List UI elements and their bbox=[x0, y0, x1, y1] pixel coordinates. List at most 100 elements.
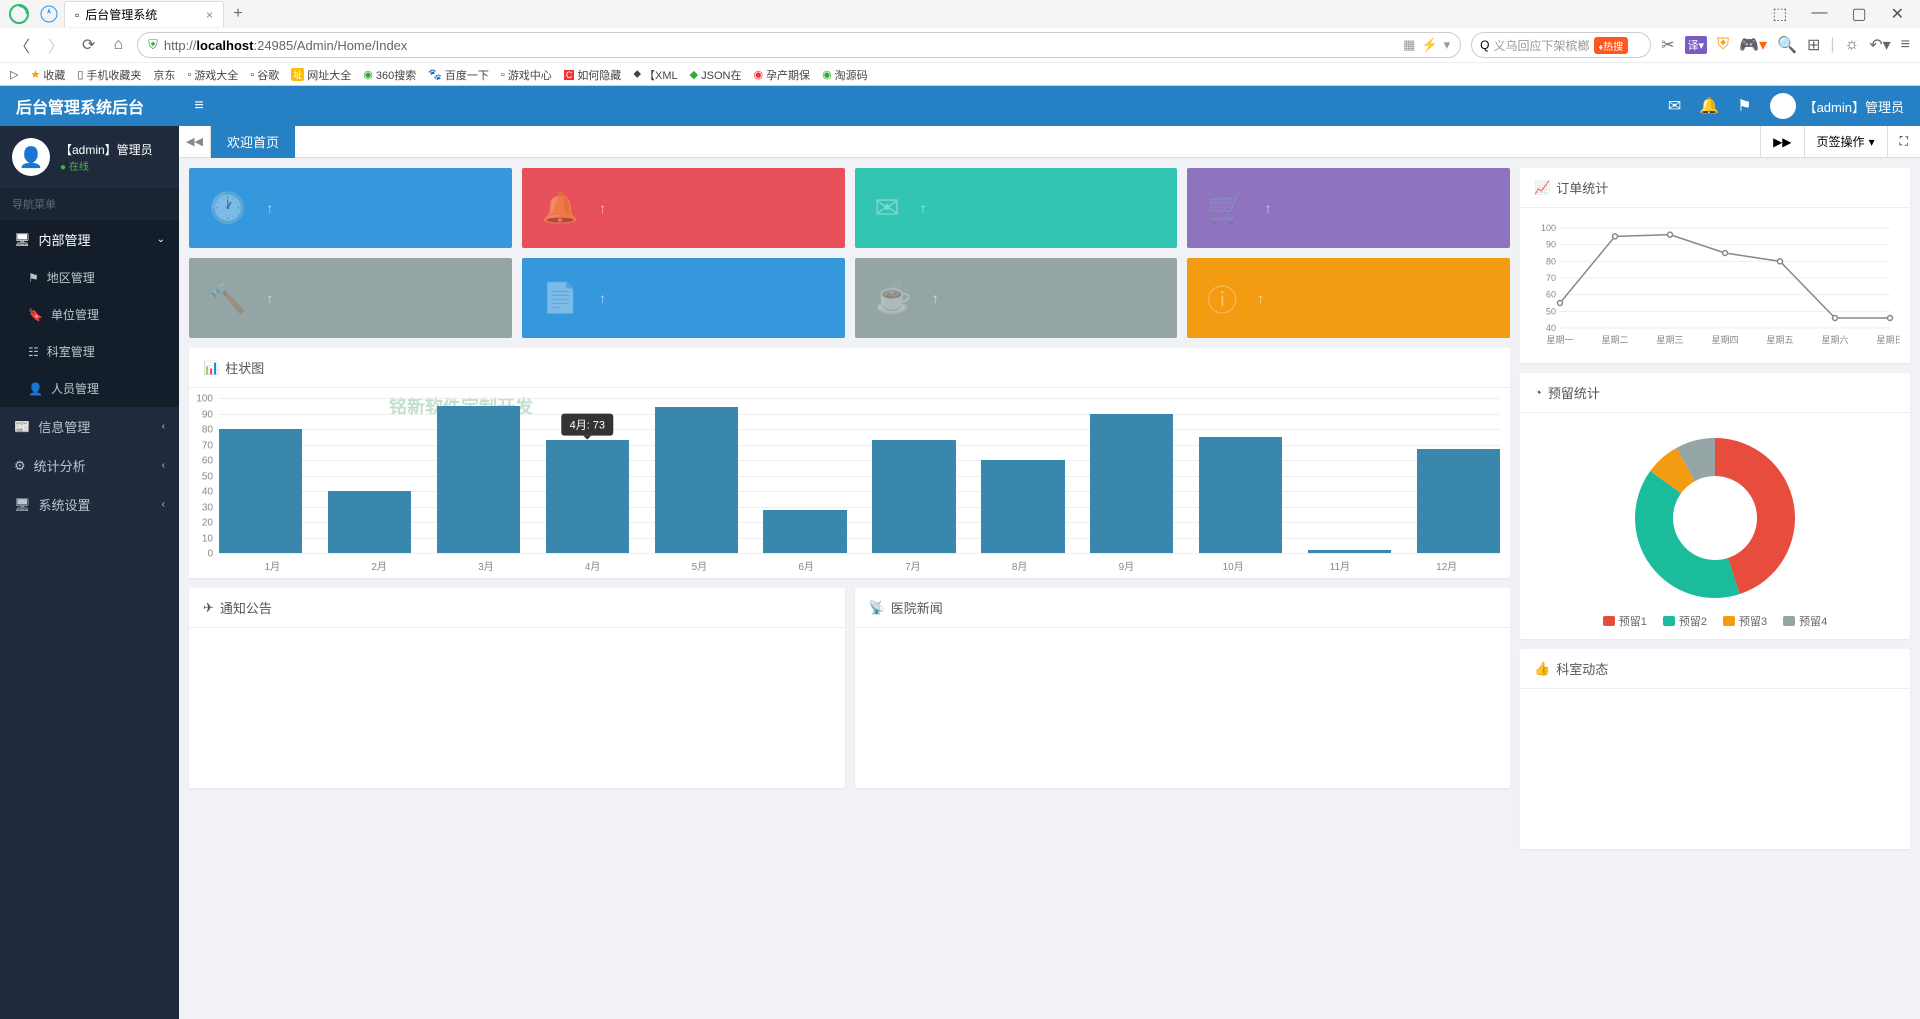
speed-icon[interactable]: ⚡ bbox=[1421, 37, 1437, 53]
tab-close-icon[interactable]: × bbox=[206, 8, 213, 22]
app-logo: 后台管理系统后台 bbox=[0, 86, 179, 126]
tab-operations[interactable]: 页签操作▾ bbox=[1804, 126, 1887, 158]
bar-7月[interactable] bbox=[872, 440, 955, 553]
search-tool-icon[interactable]: 🔍 bbox=[1777, 35, 1797, 55]
compass-icon[interactable] bbox=[38, 3, 60, 25]
mail-icon[interactable]: ✉ bbox=[1668, 96, 1681, 116]
cut-icon[interactable]: ✂ bbox=[1661, 35, 1674, 55]
page-tabs: ◀◀ 欢迎首页 ▶▶ 页签操作▾ ⛶ bbox=[179, 126, 1920, 158]
svg-text:星期日: 星期日 bbox=[1876, 335, 1900, 345]
home-tab[interactable]: 欢迎首页 bbox=[211, 126, 295, 158]
nav-region[interactable]: ⚑地区管理 bbox=[0, 259, 179, 296]
hospital-news-panel: 📡医院新闻 bbox=[855, 588, 1511, 788]
bookmark-mobile[interactable]: ▯手机收藏夹 bbox=[77, 67, 141, 83]
svg-text:星期一: 星期一 bbox=[1546, 335, 1573, 345]
bookmark-baidu[interactable]: 🐾百度一下 bbox=[428, 67, 489, 83]
tab-next-button[interactable]: ▶▶ bbox=[1760, 126, 1803, 158]
bookmark-expand-icon[interactable]: ▷ bbox=[10, 68, 18, 81]
close-window-button[interactable]: ✕ bbox=[1885, 2, 1910, 26]
browser-tab-bar: ▫ 后台管理系统 × + ⬚ — ▢ ✕ bbox=[0, 0, 1920, 28]
legend-预留3[interactable]: 预留3 bbox=[1723, 613, 1767, 629]
arrow-up-icon: ↑ bbox=[266, 200, 273, 216]
flag-icon: ⚑ bbox=[28, 271, 39, 285]
back-button[interactable]: 〈 bbox=[10, 33, 34, 57]
bar-4月[interactable]: 4月: 73 bbox=[546, 440, 629, 553]
search-placeholder: 义乌回应下架槟榔 bbox=[1494, 37, 1590, 54]
menu-icon[interactable]: ≡ bbox=[1901, 36, 1910, 54]
home-button[interactable]: ⌂ bbox=[109, 36, 127, 54]
bookmark-xml[interactable]: ⬥【XML bbox=[633, 67, 677, 83]
bookmark-fav[interactable]: ★收藏 bbox=[30, 67, 65, 83]
legend-预留1[interactable]: 预留1 bbox=[1603, 613, 1647, 629]
search-box[interactable]: Q 义乌回应下架槟榔 ♦热搜 bbox=[1471, 32, 1651, 58]
url-chevron-icon[interactable]: ▾ bbox=[1444, 37, 1451, 53]
tile-bell[interactable]: 🔔↑ bbox=[522, 168, 845, 248]
bookmark-tao[interactable]: ◉淘源码 bbox=[822, 67, 868, 83]
bookmark-hide[interactable]: C如何隐藏 bbox=[564, 67, 622, 83]
bar-9月[interactable] bbox=[1090, 414, 1173, 554]
tile-coffee[interactable]: ☕↑ bbox=[855, 258, 1178, 338]
tile-mail[interactable]: ✉↑ bbox=[855, 168, 1178, 248]
bar-12月[interactable] bbox=[1417, 449, 1500, 553]
bookmark-sites[interactable]: 址网址大全 bbox=[291, 67, 351, 83]
nav-unit[interactable]: 🔖单位管理 bbox=[0, 296, 179, 333]
bar-5月[interactable] bbox=[655, 407, 738, 553]
bookmark-jd[interactable]: 京东 bbox=[153, 67, 175, 83]
bookmark-json[interactable]: ◆JSON在 bbox=[690, 67, 742, 83]
security-icon[interactable]: ⛨ bbox=[1717, 36, 1729, 54]
nav-settings[interactable]: 🖥系统设置‹ bbox=[0, 485, 179, 524]
maximize-button[interactable]: ▢ bbox=[1845, 2, 1872, 26]
theme-icon[interactable]: ☼ bbox=[1845, 36, 1860, 54]
sidebar-toggle[interactable]: ≡ bbox=[179, 97, 219, 115]
bar-2月[interactable] bbox=[328, 491, 411, 553]
bar-1月[interactable] bbox=[219, 429, 302, 553]
tile-file[interactable]: 📄↑ bbox=[522, 258, 845, 338]
bar-6月[interactable] bbox=[763, 510, 846, 553]
swatch-icon bbox=[1723, 616, 1735, 626]
grid-icon[interactable]: ⊞ bbox=[1807, 35, 1820, 55]
tile-clock[interactable]: 🕐↑ bbox=[189, 168, 512, 248]
bell-icon[interactable]: 🔔 bbox=[1699, 96, 1719, 116]
bar-3月[interactable] bbox=[437, 406, 520, 553]
bar-10月[interactable] bbox=[1199, 437, 1282, 553]
tile-info[interactable]: ⓘ↑ bbox=[1187, 258, 1510, 338]
topbar-user[interactable]: 【admin】管理员 bbox=[1770, 93, 1904, 119]
user-panel: 👤 【admin】管理员 ● 在线 bbox=[0, 126, 179, 188]
nav-staff[interactable]: 👤人员管理 bbox=[0, 370, 179, 407]
bookmark-preg[interactable]: ◉孕产期保 bbox=[753, 67, 810, 83]
sidebar: 后台管理系统后台 👤 【admin】管理员 ● 在线 导航菜单 🖥 内部管理 ⌄… bbox=[0, 86, 179, 1019]
nav-stats[interactable]: ⚙统计分析‹ bbox=[0, 446, 179, 485]
minimize-button[interactable]: — bbox=[1805, 2, 1833, 26]
nav-dept[interactable]: ☷科室管理 bbox=[0, 333, 179, 370]
history-icon[interactable]: ↶▾ bbox=[1869, 35, 1890, 55]
bookmark-gamecenter[interactable]: ▫游戏中心 bbox=[501, 67, 552, 83]
url-input[interactable]: ⛨ http://localhost:24985/Admin/Home/Inde… bbox=[137, 32, 1461, 58]
qrcode-icon[interactable]: ▦ bbox=[1403, 37, 1415, 53]
arrow-up-icon: ↑ bbox=[932, 290, 939, 306]
order-stats-panel: 📈订单统计 405060708090100星期一星期二星期三星期四星期五星期六星… bbox=[1520, 168, 1910, 363]
pin-icon[interactable]: ⬚ bbox=[1766, 2, 1793, 26]
flag-icon[interactable]: ⚑ bbox=[1737, 96, 1751, 116]
bookmark-360[interactable]: ◉360搜索 bbox=[363, 67, 416, 83]
legend-预留4[interactable]: 预留4 bbox=[1783, 613, 1827, 629]
bookmark-google[interactable]: ▫谷歌 bbox=[250, 67, 279, 83]
forward-button[interactable]: 〉 bbox=[44, 33, 68, 57]
reload-button[interactable]: ⟳ bbox=[78, 35, 99, 55]
bar-8月[interactable] bbox=[981, 460, 1064, 553]
fullscreen-button[interactable]: ⛶ bbox=[1887, 126, 1920, 158]
tab-prev-button[interactable]: ◀◀ bbox=[179, 126, 211, 158]
bookmark-games[interactable]: ▫游戏大全 bbox=[187, 67, 238, 83]
browser-logo-icon bbox=[8, 3, 30, 25]
svg-text:100: 100 bbox=[1541, 223, 1556, 233]
browser-tab[interactable]: ▫ 后台管理系统 × bbox=[64, 1, 224, 27]
legend-预留2[interactable]: 预留2 bbox=[1663, 613, 1707, 629]
tile-gavel[interactable]: 🔨↑ bbox=[189, 258, 512, 338]
new-tab-button[interactable]: + bbox=[224, 1, 252, 27]
tile-cart[interactable]: 🛒↑ bbox=[1187, 168, 1510, 248]
nav-internal-mgmt[interactable]: 🖥 内部管理 ⌄ bbox=[0, 220, 179, 259]
game-icon[interactable]: 🎮▾ bbox=[1739, 35, 1767, 55]
nav-info-mgmt[interactable]: 📰信息管理‹ bbox=[0, 407, 179, 446]
bar-11月[interactable] bbox=[1308, 550, 1391, 553]
translate-icon[interactable]: 译▾ bbox=[1685, 36, 1708, 54]
nav-header: 导航菜单 bbox=[0, 188, 179, 220]
